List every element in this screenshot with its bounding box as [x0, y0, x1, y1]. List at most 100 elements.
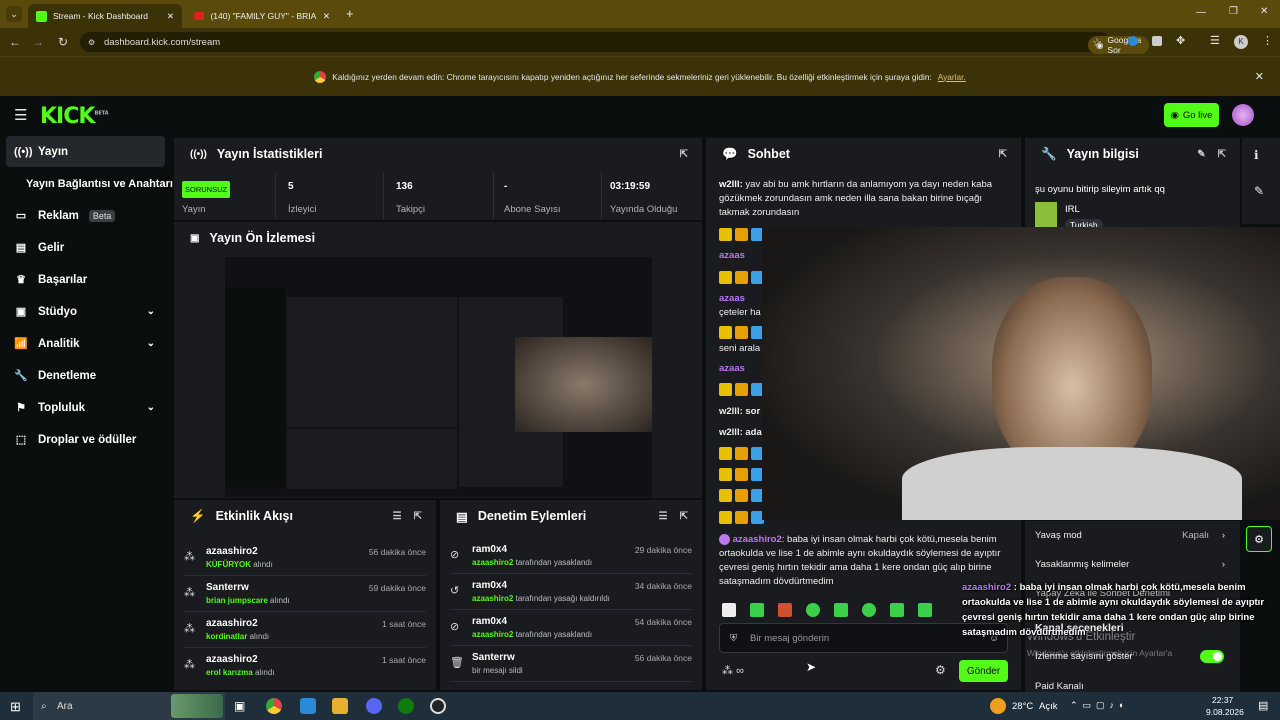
puzzle-icon[interactable]: ✥ [1176, 34, 1185, 47]
infobar-close-icon[interactable]: ✕ [1255, 70, 1264, 83]
windows-start-icon[interactable]: ⊞ [10, 699, 21, 715]
edit-icon[interactable]: ✎ [1254, 184, 1264, 198]
sidebar-item-studyo[interactable]: ▣ Stüdyo ⌄ [6, 296, 165, 327]
minimize-icon[interactable]: — [1196, 7, 1206, 18]
forward-icon[interactable]: → [28, 32, 48, 52]
stat-viewers: 5 İzleyici [280, 172, 384, 220]
emote-icon[interactable] [722, 603, 736, 617]
user-avatar[interactable] [1232, 104, 1254, 126]
emote-icon[interactable] [918, 603, 932, 617]
sidebar-item-yayin[interactable]: ((•)) Yayın [6, 136, 165, 167]
moderation-item: ⊘ ram0x4 29 dakika önce azaashiro2 tarafınd… [450, 542, 692, 574]
close-tab-icon[interactable]: ✕ [167, 11, 174, 22]
menu-kebab-icon[interactable]: ⋮ [1262, 34, 1273, 47]
close-tab-icon[interactable]: ✕ [323, 11, 330, 22]
sidebar-item-stream-key[interactable]: Yayın Bağlantısı ve Anahtarı [6, 168, 173, 199]
clock-date: 9.08.2026 [1206, 707, 1244, 717]
site-info-icon[interactable]: ⚙ [88, 38, 95, 47]
slow-mode-row[interactable]: Yavaş mod Kapalı › [1035, 530, 1225, 541]
popout-icon[interactable]: ⇱ [1218, 149, 1226, 160]
mod-tools-icon[interactable]: ⚙ [1246, 526, 1272, 552]
task-view-icon[interactable]: ▣ [234, 699, 245, 713]
window-close-icon[interactable]: ✕ [1260, 6, 1268, 17]
activity-feed-panel: ⚡ Etkinlik Akışı ☰ ⇱ ⁂ azaashiro2 56 dakika ö… [174, 500, 436, 690]
extension-icon[interactable] [1152, 36, 1162, 46]
info-icon[interactable]: ℹ [1254, 148, 1259, 162]
sidebar-item-reklam[interactable]: ▭ Reklam Beta [6, 200, 165, 231]
broadcast-icon: ((•)) [14, 145, 33, 158]
tab-kick-dashboard[interactable]: Stream - Kick Dashboard ✕ [28, 4, 182, 28]
file-explorer-icon[interactable] [332, 698, 348, 714]
stream-stats-panel: ((•)) Yayın İstatistikleri ⇱ SORUNSUZ Yayın… [174, 138, 702, 220]
emote-icon[interactable] [834, 603, 848, 617]
chat-message: w2lll: yav abi bu amk hırtların da anlam… [719, 179, 993, 218]
hamburger-menu-icon[interactable]: ☰ [14, 106, 27, 124]
activity-item: ⁂ azaashiro2 56 dakika önce KÜFÜRYOK alındı [184, 544, 426, 576]
send-button[interactable]: Gönder [959, 660, 1008, 682]
sidebar-item-topluluk[interactable]: ⚑ Topluluk ⌄ [6, 392, 165, 423]
discord-icon[interactable] [366, 698, 382, 714]
panel-header: ⚡ Etkinlik Akışı ☰ ⇱ [190, 508, 422, 524]
edit-icon[interactable]: ✎ [1197, 149, 1205, 160]
popout-icon[interactable]: ⇱ [680, 511, 688, 522]
popout-icon[interactable]: ⇱ [680, 149, 688, 160]
sidebar-item-analitik[interactable]: 📶 Analitik ⌄ [6, 328, 165, 359]
moderation-item: 🗑 Santerrw 56 dakika önce bir mesajı sildi [450, 650, 692, 682]
tab-youtube[interactable]: (140) "FAMILY GUY" - BRIAN BI ✕ [186, 4, 338, 28]
emote-icon[interactable] [778, 603, 792, 617]
taskbar-search[interactable]: ⌕ Ara [33, 692, 225, 720]
popout-icon[interactable]: ⇱ [999, 149, 1007, 160]
notification-icon[interactable]: ▤ [1258, 699, 1268, 712]
reading-list-icon[interactable]: ☰ [1210, 34, 1220, 47]
wrench-icon: 🔧 [14, 370, 28, 382]
xbox-icon[interactable] [398, 698, 414, 714]
trophy-icon: ♛ [16, 274, 26, 286]
chat-settings-icon[interactable]: ⚙ [935, 663, 946, 677]
sidebar-item-gelir[interactable]: ▤ Gelir [6, 232, 165, 263]
bookmark-star-icon[interactable]: ☆ [1092, 36, 1102, 49]
beta-badge: Beta [88, 209, 116, 222]
paid-channel-row[interactable]: Paid Kanalı [1035, 681, 1084, 692]
sidebar-item-basarilar[interactable]: ♛ Başarılar [6, 264, 165, 295]
show-viewers-toggle[interactable] [1200, 650, 1224, 663]
ad-icon: ▭ [15, 210, 27, 222]
weather-icon [990, 698, 1006, 714]
new-tab-icon[interactable]: + [346, 6, 354, 21]
panel-header: 💬 Sohbet ⇱ [722, 146, 1007, 162]
extension-icon[interactable] [1128, 36, 1138, 46]
emote-icon[interactable] [862, 603, 876, 617]
popout-icon[interactable]: ⇱ [414, 511, 422, 522]
category-name[interactable]: IRL [1065, 204, 1080, 215]
kick-header: ☰ [0, 96, 1280, 134]
emote-icon[interactable] [750, 603, 764, 617]
clock-time[interactable]: 22:37 [1212, 695, 1233, 705]
points-icon[interactable]: ⁂ ∞ [722, 664, 744, 677]
filter-icon[interactable]: ☰ [659, 511, 668, 522]
profile-avatar[interactable]: K [1234, 35, 1248, 49]
sidebar-item-droplar[interactable]: ⬚ Droplar ve ödüller [6, 424, 165, 455]
banned-words-row[interactable]: Yasaklanmış kelimeler › [1035, 559, 1225, 570]
settings-link[interactable]: Ayarlar. [938, 72, 966, 82]
chrome-taskbar-icon[interactable] [266, 698, 282, 714]
stream-preview-video[interactable] [225, 257, 652, 497]
obs-icon[interactable] [430, 698, 446, 714]
restore-icon[interactable]: ❐ [1229, 6, 1238, 17]
app-taskbar-icon[interactable] [300, 698, 316, 714]
search-icon: ⌕ [41, 700, 47, 712]
filter-icon[interactable]: ☰ [393, 511, 402, 522]
chevron-right-icon: › [1221, 530, 1225, 541]
community-icon: ⚑ [16, 402, 26, 414]
sidebar-item-denetleme[interactable]: 🔧 Denetleme [6, 360, 165, 391]
tray-icons[interactable]: ⌃▭▢♪◐ [1070, 700, 1129, 711]
go-live-button[interactable]: ◉ Go live [1164, 103, 1219, 127]
show-viewers-row[interactable]: İzlenme sayısını göster [1035, 651, 1225, 662]
weather-temp[interactable]: 28°C [1012, 701, 1033, 712]
kick-logo[interactable]: KICKBETA [40, 104, 109, 129]
back-icon[interactable]: ← [5, 32, 25, 52]
url-field[interactable]: ⚙ dashboard.kick.com/stream ◉ Google'a So… [80, 32, 1150, 55]
reload-icon[interactable]: ↻ [53, 32, 73, 52]
windows-taskbar: ⊞ ⌕ Ara ▣ 28°C Açık ⌃▭▢♪◐ 22:37 9.08.2026… [0, 692, 1280, 720]
emote-icon[interactable] [806, 603, 820, 617]
tab-list-dropdown-icon[interactable]: ⌄ [6, 6, 22, 22]
emote-icon[interactable] [890, 603, 904, 617]
